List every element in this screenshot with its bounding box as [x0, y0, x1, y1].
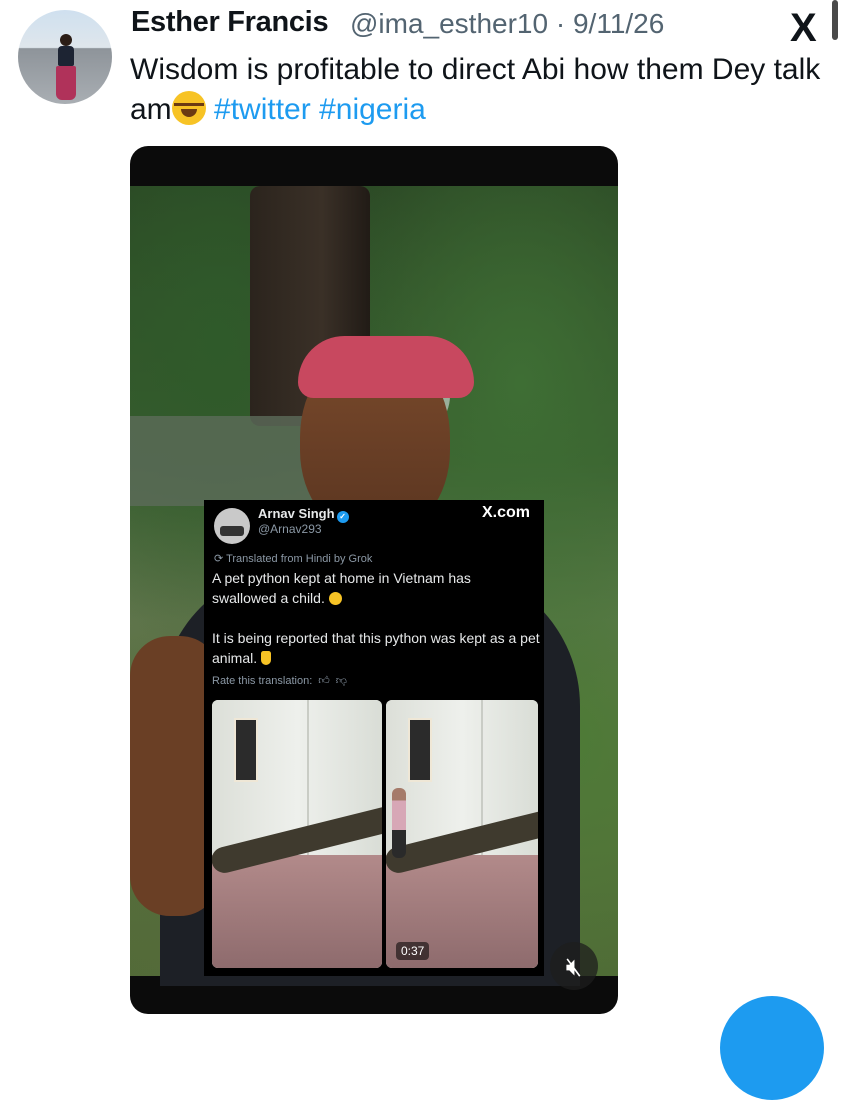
translated-text: Translated from Hindi by Grok	[226, 553, 373, 565]
verified-badge-icon: ✓	[336, 511, 349, 523]
mute-toggle-button[interactable]: 🔇︎	[550, 942, 598, 990]
video-duration: 0:37	[396, 942, 430, 960]
muted-speaker-icon: 🔇︎	[565, 951, 583, 981]
scrollbar[interactable]	[832, 0, 838, 40]
embedded-text-2: It is being reported that this python wa…	[212, 628, 542, 668]
embedded-handle: @Arnav293	[258, 522, 322, 536]
embedded-video-left	[212, 700, 382, 968]
author-handle[interactable]: @ima_esther10	[350, 8, 548, 39]
author-handle-and-date[interactable]: @ima_esther10 · 9/11/26	[350, 8, 664, 40]
x-logo-icon[interactable]: X	[790, 6, 817, 51]
embedded-name: Arnav Singh	[258, 506, 335, 521]
tweet-text: Wisdom is profitable to direct Abi how t…	[130, 50, 835, 130]
post-date[interactable]: 9/11/26	[573, 8, 664, 39]
embedded-avatar	[214, 508, 250, 544]
avatar-person	[56, 34, 76, 100]
laughing-emoji-icon	[171, 91, 206, 125]
thumbs-down-icon: 👎︎	[335, 675, 347, 687]
hashtag-nigeria[interactable]: #nigeria	[319, 93, 426, 126]
embedded-post-screenshot: Arnav Singh ✓ @Arnav293 X.com ⟳ Translate…	[204, 500, 544, 976]
pointing-down-emoji-icon	[261, 651, 272, 665]
compose-fab-button[interactable]	[720, 996, 824, 1100]
embedded-site-label: X.com	[481, 504, 530, 521]
child-figure	[392, 788, 406, 858]
meta-separator: ·	[548, 8, 573, 39]
video-player[interactable]: Arnav Singh ✓ @Arnav293 X.com ⟳ Translate…	[130, 146, 618, 1014]
rate-label: Rate this translation:	[212, 675, 313, 687]
author-name[interactable]: Esther Francis	[131, 6, 329, 39]
crying-emoji-icon	[328, 592, 342, 605]
rate-translation: Rate this translation: 👍︎ 👎︎	[212, 674, 347, 687]
hashtag-twitter[interactable]: #twitter	[214, 93, 311, 126]
embedded-video-right: 0:37	[386, 700, 538, 968]
embedded-text-1: A pet python kept at home in Vietnam has…	[212, 568, 532, 608]
author-avatar[interactable]	[18, 10, 112, 104]
thumbs-up-icon: 👍︎	[318, 675, 330, 687]
embedded-author: Arnav Singh ✓	[258, 506, 349, 523]
translated-label: ⟳ Translated from Hindi by Grok	[214, 553, 373, 565]
